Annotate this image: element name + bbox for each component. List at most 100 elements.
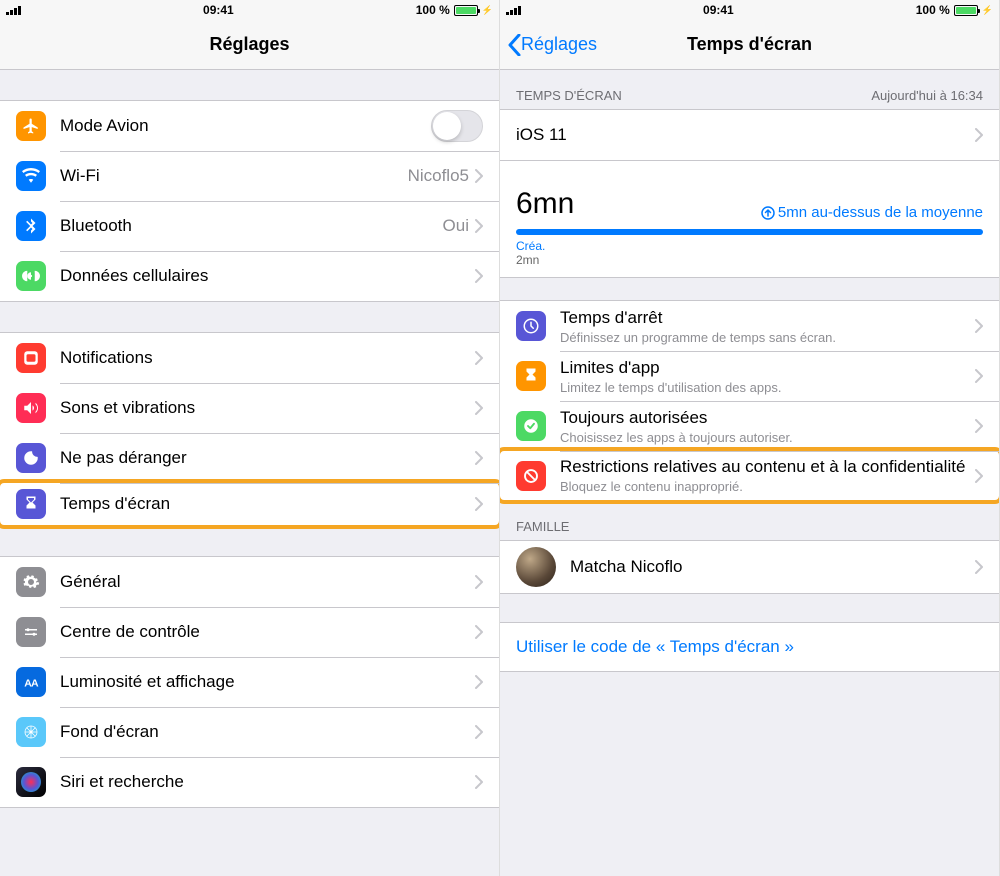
signal-icon (506, 5, 521, 15)
chevron-right-icon (475, 725, 483, 739)
siri-row[interactable]: Siri et recherche (0, 757, 499, 807)
airplane-icon (16, 111, 46, 141)
nav-bar: Réglages (0, 20, 499, 70)
charging-icon: ⚡ (482, 5, 493, 16)
row-label: Luminosité et affichage (60, 672, 475, 692)
row-label: Sons et vibrations (60, 398, 475, 418)
chevron-right-icon (475, 675, 483, 689)
downtime-row[interactable]: Temps d'arrêt Définissez un programme de … (500, 301, 999, 351)
settings-group-connectivity: Mode AvionWi-FiNicoflo5BluetoothOuiDonné… (0, 100, 499, 302)
row-title: Restrictions relatives au contenu et à l… (560, 457, 975, 477)
downtime-icon (516, 311, 546, 341)
row-title: Toujours autorisées (560, 408, 975, 428)
screentime-options: Temps d'arrêt Définissez un programme de … (500, 300, 999, 501)
status-time: 09:41 (203, 3, 234, 17)
avatar (516, 547, 556, 587)
settings-group-notifications: Notifications Sons et vibrations Ne pas dé… (0, 332, 499, 526)
row-label: Ne pas déranger (60, 448, 475, 468)
display-row[interactable]: AALuminosité et affichage (0, 657, 499, 707)
family-member-row[interactable]: Matcha Nicoflo (500, 541, 999, 593)
cellular-row[interactable]: Données cellulaires (0, 251, 499, 301)
row-detail: Nicoflo5 (408, 166, 469, 186)
always-row[interactable]: Toujours autoriséesChoisissez les apps à… (500, 401, 999, 451)
wifi-row[interactable]: Wi-FiNicoflo5 (0, 151, 499, 201)
wallpaper-icon (16, 717, 46, 747)
status-bar: 09:41 100 % ⚡ (500, 0, 999, 20)
row-label: Fond d'écran (60, 722, 475, 742)
chevron-right-icon (475, 625, 483, 639)
status-time: 09:41 (703, 3, 734, 17)
chevron-right-icon (475, 219, 483, 233)
applimits-row[interactable]: Limites d'app Limitez le temps d'utilisat… (500, 351, 999, 401)
row-title: Limites d'app (560, 358, 975, 378)
row-label: Temps d'écran (60, 494, 475, 514)
passcode-link[interactable]: Utiliser le code de « Temps d'écran » (500, 622, 999, 672)
trend-text: 5mn au-dessus de la moyenne (761, 204, 983, 221)
category-label: Créa. (516, 239, 983, 253)
restrictions-icon (516, 461, 546, 491)
chevron-right-icon (475, 169, 483, 183)
battery-text: 100 % (916, 3, 950, 17)
control-icon (16, 617, 46, 647)
section-header: TEMPS D'ÉCRAN Aujourd'hui à 16:34 (500, 70, 999, 109)
control-row[interactable]: Centre de contrôle (0, 607, 499, 657)
chevron-right-icon (475, 351, 483, 365)
category-value: 2mn (516, 253, 983, 267)
row-label: Données cellulaires (60, 266, 475, 286)
row-label: Siri et recherche (60, 772, 475, 792)
chevron-right-icon (475, 269, 483, 283)
battery-icon (454, 5, 478, 16)
wallpaper-row[interactable]: Fond d'écran (0, 707, 499, 757)
row-subtitle: Définissez un programme de temps sans éc… (560, 330, 975, 345)
row-subtitle: Bloquez le contenu inapproprié. (560, 479, 975, 494)
battery-icon (954, 5, 978, 16)
page-title: Réglages (209, 34, 289, 55)
family-header: FAMILLE (500, 501, 999, 540)
row-label: Wi-Fi (60, 166, 408, 186)
row-label: Centre de contrôle (60, 622, 475, 642)
restrictions-row[interactable]: Restrictions relatives au contenu et à l… (500, 447, 1000, 504)
chevron-right-icon (975, 419, 983, 433)
svg-text:A: A (31, 678, 39, 690)
status-bar: 09:41 100 % ⚡ (0, 0, 499, 20)
signal-icon (6, 5, 21, 15)
row-label: Général (60, 572, 475, 592)
sounds-row[interactable]: Sons et vibrations (0, 383, 499, 433)
airplane-toggle[interactable] (431, 110, 483, 142)
bluetooth-row[interactable]: BluetoothOui (0, 201, 499, 251)
settings-group-general: GénéralCentre de contrôleAALuminosité et… (0, 556, 499, 808)
airplane-row[interactable]: Mode Avion (0, 101, 499, 151)
row-subtitle: Limitez le temps d'utilisation des apps. (560, 380, 975, 395)
wifi-icon (16, 161, 46, 191)
chevron-right-icon (475, 401, 483, 415)
row-label: Mode Avion (60, 116, 431, 136)
arrow-up-icon (761, 206, 775, 220)
chevron-left-icon (508, 34, 521, 56)
general-icon (16, 567, 46, 597)
sounds-icon (16, 393, 46, 423)
screentime-icon (16, 489, 46, 519)
usage-bar (516, 229, 983, 235)
chevron-right-icon (475, 775, 483, 789)
page-title: Temps d'écran (687, 34, 812, 55)
back-button[interactable]: Réglages (508, 34, 597, 56)
screentime-screen: 09:41 100 % ⚡ Réglages Temps d'écran TEM… (500, 0, 1000, 876)
total-time: 6mn (516, 173, 574, 221)
row-label: Bluetooth (60, 216, 443, 236)
siri-icon (16, 767, 46, 797)
row-title: Temps d'arrêt (560, 308, 975, 328)
device-row[interactable]: iOS 11 (500, 110, 999, 160)
usage-summary: 6mn 5mn au-dessus de la moyenne Créa. 2m… (500, 161, 999, 278)
always-icon (516, 411, 546, 441)
row-detail: Oui (443, 216, 469, 236)
chevron-right-icon (975, 469, 983, 483)
general-row[interactable]: Général (0, 557, 499, 607)
screentime-row[interactable]: Temps d'écran (0, 479, 500, 529)
chevron-right-icon (975, 319, 983, 333)
dnd-icon (16, 443, 46, 473)
charging-icon: ⚡ (982, 5, 993, 16)
dnd-row[interactable]: Ne pas déranger (0, 433, 499, 483)
notifications-icon (16, 343, 46, 373)
notifications-row[interactable]: Notifications (0, 333, 499, 383)
chevron-right-icon (475, 451, 483, 465)
